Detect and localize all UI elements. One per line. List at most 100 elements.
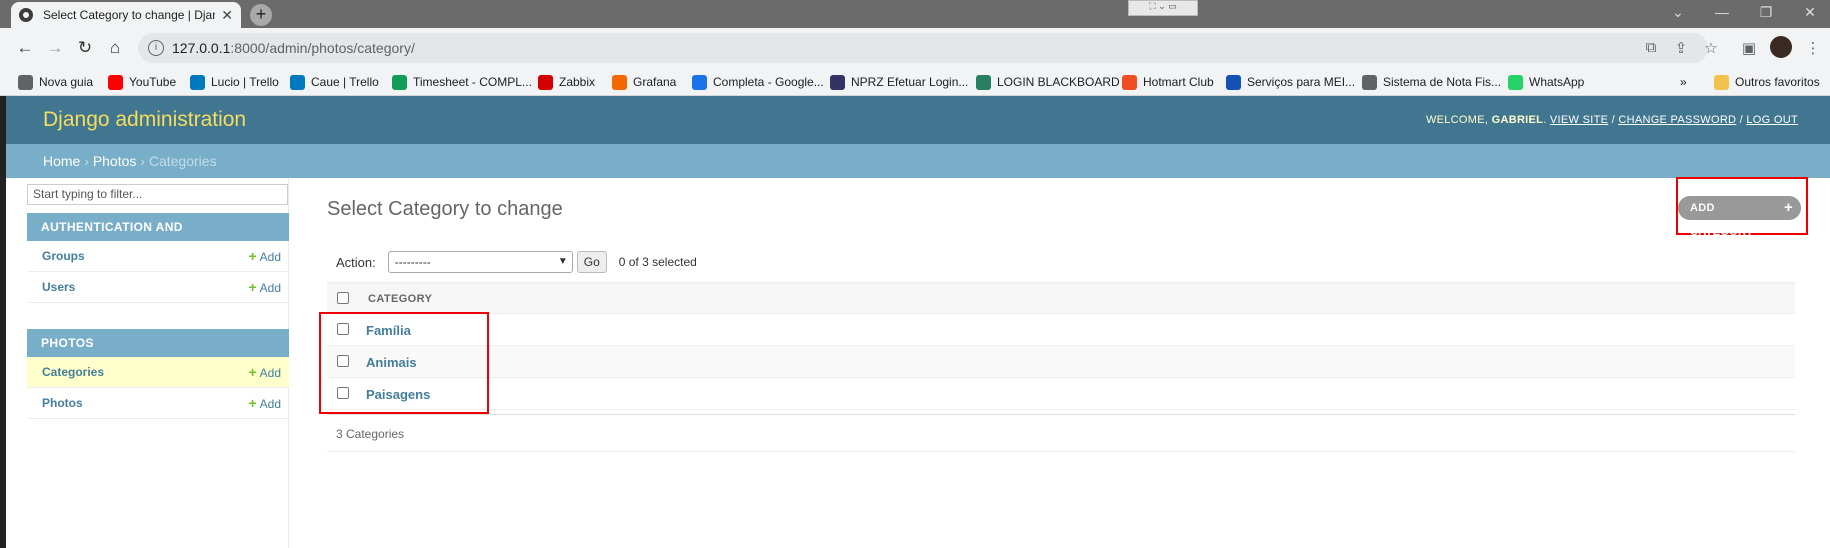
bookmark-item[interactable]: Hotmart Club (1122, 73, 1214, 91)
breadcrumb-app-link[interactable]: Photos (93, 153, 137, 169)
log-out-link[interactable]: Log out (1746, 114, 1798, 126)
bookmark-item[interactable]: Nova guia (18, 73, 93, 91)
select-all-checkbox[interactable] (337, 292, 349, 304)
bookmark-star-icon[interactable]: ☆ (1702, 39, 1720, 57)
separator: / (1736, 114, 1747, 126)
url-host: 127.0.0.1 (172, 40, 231, 56)
action-bar: Action: --------- ▼ Go 0 of 3 selected (336, 250, 697, 274)
bookmark-item[interactable]: LOGIN BLACKBOARD (976, 73, 1120, 91)
user-tools: Welcome, gabriel. View site / Change pas… (1425, 114, 1798, 126)
browser-toolbar: ← → ↻ ⌂ i 127.0.0.1:8000/admin/photos/ca… (0, 28, 1830, 68)
bookmark-label: WhatsApp (1529, 75, 1585, 89)
bookmark-label: Zabbix (559, 75, 596, 89)
column-header-category[interactable]: CATEGORY (368, 293, 432, 305)
restore-icon[interactable]: ❐ (1746, 4, 1786, 21)
site-info-icon[interactable]: i (148, 40, 164, 56)
breadcrumb-home-link[interactable]: Home (43, 153, 80, 169)
module-caption-auth[interactable]: Authentication and Authorization (27, 213, 289, 262)
bookmark-item[interactable]: NPRZ Efetuar Login... (830, 73, 968, 91)
add-users-link[interactable]: + Add (248, 272, 281, 304)
bookmark-item[interactable]: Zabbix (538, 73, 595, 91)
chevron-down-icon: ▼ (557, 256, 568, 267)
table-row: Família (327, 314, 1795, 346)
sidebar-item-label[interactable]: Categories (42, 365, 104, 379)
new-tab-button[interactable]: + (250, 4, 272, 26)
bookmark-item[interactable]: WhatsApp (1508, 73, 1584, 91)
bookmark-favicon-icon (18, 74, 33, 90)
breadcrumb-separator: › (136, 153, 149, 169)
go-button[interactable]: Go (576, 251, 607, 273)
username: gabriel (1491, 114, 1544, 126)
action-select[interactable]: --------- ▼ (387, 251, 573, 273)
home-icon[interactable]: ⌂ (104, 37, 126, 59)
breadcrumb: Home › Photos › Categories (6, 144, 1830, 178)
tab-close-icon[interactable]: ✕ (221, 7, 233, 24)
profile-avatar[interactable] (1770, 36, 1792, 58)
bookmark-item[interactable]: Completa - Google... (692, 73, 824, 91)
url-path: :8000/admin/photos/category/ (230, 40, 415, 56)
sidebar-filter-input[interactable]: Start typing to filter... (27, 184, 288, 205)
add-categories-link[interactable]: + Add (248, 357, 281, 389)
paginator: 3 Categories (327, 414, 1795, 452)
plus-icon: + (1783, 199, 1793, 216)
bookmarks-more-icon[interactable]: » (1680, 73, 1687, 91)
bookmark-favicon-icon (1226, 74, 1241, 90)
window-close-icon[interactable]: ✕ (1790, 4, 1830, 21)
bookmark-favicon-icon (830, 74, 845, 90)
site-branding[interactable]: Django administration (43, 108, 246, 132)
bookmark-item[interactable]: Grafana (612, 73, 676, 91)
action-select-value: --------- (394, 255, 431, 269)
changelist-content: Select Category to change Add category +… (319, 177, 1808, 548)
change-password-link[interactable]: Change password (1618, 114, 1736, 126)
reload-icon[interactable]: ↻ (74, 37, 96, 59)
translate-icon[interactable]: ⧉ (1642, 39, 1660, 56)
browser-tab[interactable]: Select Category to change | Djan ✕ (11, 2, 241, 28)
add-groups-link[interactable]: + Add (248, 241, 281, 273)
add-category-button[interactable]: Add category + (1678, 196, 1801, 238)
view-site-link[interactable]: View site (1550, 114, 1608, 126)
sidebar-item-categories: Categories + Add (27, 357, 289, 388)
bookmark-label: Caue | Trello (311, 75, 379, 89)
bookmarks-bar: Nova guia YouTube Lucio | Trello Caue | Tre… (0, 68, 1830, 96)
bookmark-item[interactable]: Serviços para MEI... (1226, 73, 1355, 91)
folder-icon (1714, 74, 1729, 90)
bookmark-item[interactable]: Lucio | Trello (190, 73, 279, 91)
sidebar-item-label[interactable]: Photos (42, 396, 83, 410)
side-panel-icon[interactable]: ▣ (1740, 39, 1758, 57)
forward-icon[interactable]: → (44, 37, 66, 59)
bookmark-favicon-icon (392, 74, 407, 90)
other-bookmarks-folder[interactable]: Outros favoritos (1714, 73, 1820, 91)
highlight-box: Add category + (1676, 177, 1808, 238)
welcome-text: Welcome, (1425, 114, 1489, 126)
bookmark-item[interactable]: YouTube (108, 73, 176, 91)
bookmark-favicon-icon (190, 74, 205, 90)
admin-header: Django administration Welcome, gabriel. … (6, 96, 1830, 144)
bookmark-item[interactable]: Caue | Trello (290, 73, 379, 91)
bookmark-label: Timesheet - COMPL... (413, 75, 532, 89)
tab-search-icon[interactable]: ⌄ (1658, 4, 1698, 21)
bookmark-label: Nova guia (39, 75, 94, 89)
minimize-icon[interactable]: — (1702, 4, 1742, 20)
share-icon[interactable]: ⇪ (1672, 39, 1690, 57)
bookmark-label: Completa - Google... (713, 75, 824, 89)
page-title: Select Category to change (327, 198, 563, 220)
nav-sidebar: Start typing to filter... Authentication… (26, 178, 289, 548)
module-caption-photos[interactable]: Photos (27, 329, 289, 357)
bookmark-label: Sistema de Nota Fis... (1383, 75, 1502, 89)
plus-icon: + (248, 364, 257, 380)
sidebar-item-users: Users + Add (27, 272, 289, 303)
bookmark-favicon-icon (1122, 74, 1137, 90)
bookmark-item[interactable]: Sistema de Nota Fis... (1362, 73, 1501, 91)
plus-icon: + (248, 248, 257, 264)
back-icon[interactable]: ← (14, 37, 36, 59)
django-favicon-icon (19, 8, 33, 22)
table-row: Animais (327, 346, 1795, 378)
add-photos-link[interactable]: + Add (248, 388, 281, 420)
bookmark-label: YouTube (129, 75, 177, 89)
address-bar[interactable]: i 127.0.0.1:8000/admin/photos/category/ (138, 33, 1708, 63)
menu-icon[interactable]: ⋮ (1804, 39, 1822, 57)
sidebar-item-label[interactable]: Users (42, 280, 75, 294)
sidebar-item-label[interactable]: Groups (42, 249, 85, 263)
bookmark-label: Hotmart Club (1143, 75, 1214, 89)
bookmark-item[interactable]: Timesheet - COMPL... (392, 73, 532, 91)
